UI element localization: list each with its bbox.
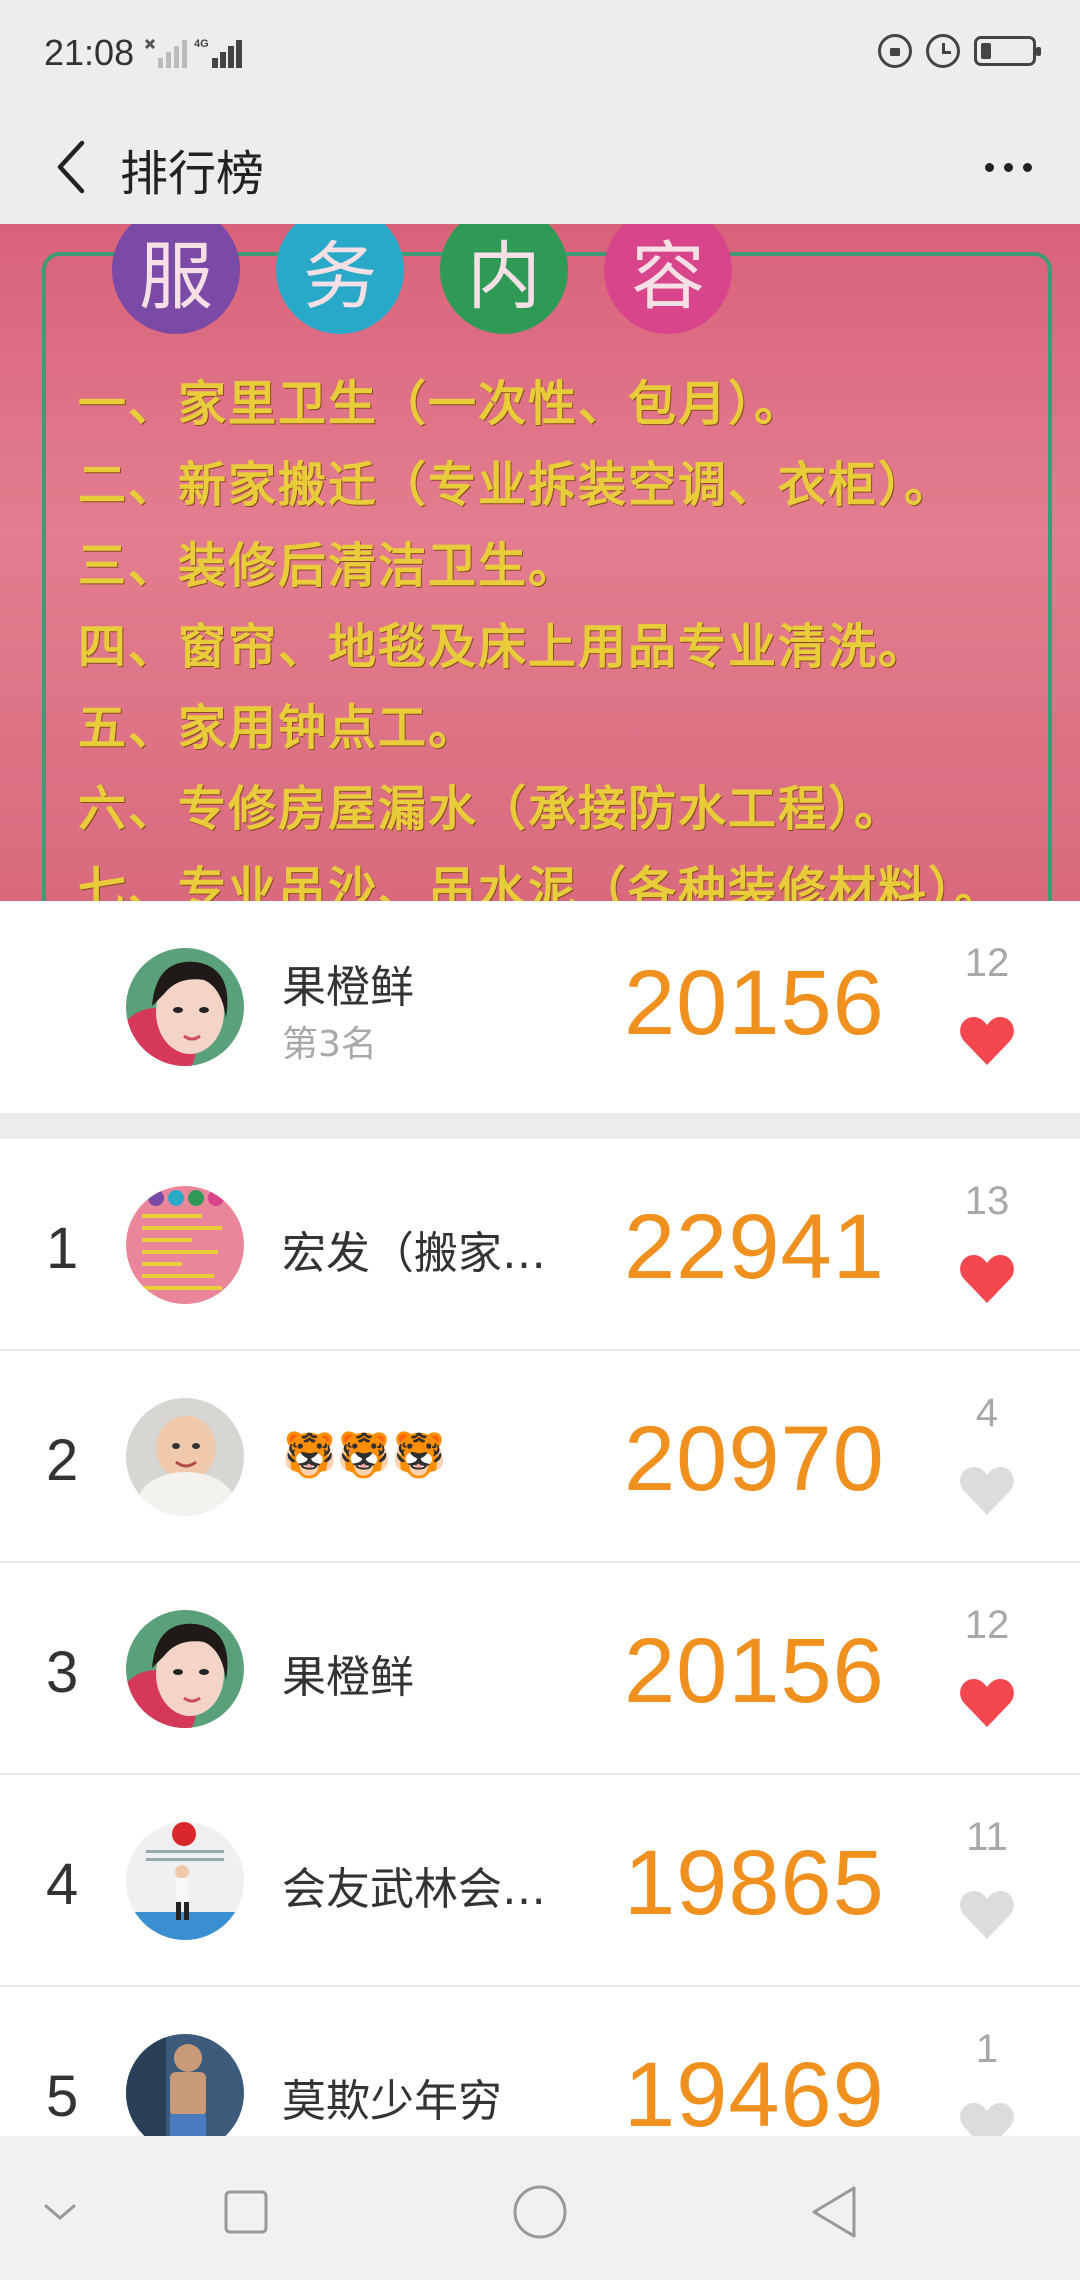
banner-line: 二、新家搬迁（专业拆装空调、衣柜）。 [78,457,955,513]
user-name: 果橙鲜 [282,1652,414,1703]
like-count: 1 [975,2027,999,2071]
banner-line: 三、装修后清洁卫生。 [78,538,579,594]
list-item[interactable]: 1 宏发（搬家… 22941 13 [0,1139,1080,1351]
my-rank-text: 第3名 [282,1024,377,1065]
nav-down-icon [44,2204,76,2220]
back-button[interactable] [36,124,106,210]
cover-banner-image: 服务内容 一、家里卫生（一次性、包月）。二、新家搬迁（专业拆装空调、衣柜）。 三、… [0,224,1080,901]
user-name: 宏发（搬家… [282,1228,546,1279]
svg-text:4G: 4G [194,38,209,50]
nav-back-icon [812,2186,856,2238]
banner-line: 五、家用钟点工。 [78,700,479,756]
nav-recents-button[interactable] [206,2172,286,2252]
user-name: 🐯🐯🐯 [282,1430,447,1481]
signal-4g-icon: 4G [194,38,242,68]
lock-rotation-icon [878,34,912,68]
my-score: 20156 [624,952,885,1054]
more-button[interactable] [960,130,1056,204]
avatar [126,948,244,1066]
battery-level [981,43,991,59]
like-count: 4 [975,1391,999,1435]
rank-number: 1 [46,1216,79,1281]
my-like-count: 12 [964,941,1010,985]
chevron-left-icon [57,140,85,194]
banner-circle-char: 服 [112,224,240,334]
user-name: 会友武林会… [282,1864,546,1915]
banner-title-circles: 服务内容 [112,224,732,334]
user-score: 19469 [624,2044,885,2136]
banner-service-list: 一、家里卫生（一次性、包月）。二、新家搬迁（专业拆装空调、衣柜）。 三、装修后清洁… [78,364,1004,901]
rank-number: 5 [46,2064,79,2129]
heart-icon[interactable] [958,1889,1016,1941]
avatar [126,1186,244,1304]
status-bar: 21:08 4G [0,0,1080,110]
my-name: 果橙鲜 [282,962,414,1013]
like-count: 11 [966,1815,1008,1859]
nav-recents-icon [224,2190,268,2234]
nav-down-button[interactable] [20,2172,100,2252]
more-dot [1022,162,1032,172]
heart-icon[interactable] [958,1015,1016,1067]
rank-number: 3 [46,1640,79,1705]
avatar [126,1398,244,1516]
alarm-icon [926,34,960,68]
battery-icon [974,36,1041,66]
banner-line: 七、专业吊沙、吊水泥（各种装修材料）。 [78,862,1005,901]
list-item[interactable]: 4 会友武林会… 19865 11 [0,1775,1080,1987]
page-title: 排行榜 [120,146,265,202]
avatar [126,2034,244,2136]
user-score: 20156 [624,1620,885,1722]
my-rank-card[interactable]: 果橙鲜 第3名 20156 12 [0,901,1080,1113]
banner-line: 一、家里卫生（一次性、包月）。 [78,376,805,432]
like-count: 12 [964,1603,1010,1647]
list-item[interactable]: 2 🐯🐯🐯 20970 4 [0,1351,1080,1563]
banner-line: 六、专修房屋漏水（承接防水工程）。 [78,781,905,837]
rank-number: 4 [46,1852,79,1917]
status-time: 21:08 [44,32,135,73]
user-name: 莫欺少年穷 [282,2076,502,2127]
banner-line: 四、窗帘、地毯及床上用品专业清洗。 [78,619,929,675]
more-dot [1003,162,1013,172]
system-nav-bar [0,2136,1080,2280]
nav-back-button[interactable] [794,2172,874,2252]
section-divider [0,1113,1080,1139]
heart-icon[interactable] [958,1253,1016,1305]
list-item[interactable]: 5 莫欺少年穷 19469 1 [0,1987,1080,2136]
user-score: 22941 [624,1196,885,1298]
nav-home-icon [513,2185,567,2239]
list-item[interactable]: 3 果橙鲜 20156 12 [0,1563,1080,1775]
user-score: 20970 [624,1408,885,1510]
nav-home-button[interactable] [500,2172,580,2252]
heart-icon[interactable] [958,2101,1016,2136]
app-header: 排行榜 [0,110,1080,224]
avatar [126,1822,244,1940]
banner-circle-char: 容 [604,224,732,334]
ranking-list: 1 宏发（搬家… 22941 13 2 🐯🐯🐯 20970 4 3 果橙鲜 20… [0,1139,1080,2136]
avatar [126,1610,244,1728]
heart-icon[interactable] [958,1677,1016,1729]
rank-number: 2 [46,1428,79,1493]
user-score: 19865 [624,1832,885,1934]
more-dots-icon [984,162,994,172]
signal-x-icon [144,38,187,68]
like-count: 13 [964,1179,1010,1223]
banner-circle-char: 务 [276,224,404,334]
status-right-icons [878,34,1041,68]
heart-icon[interactable] [958,1465,1016,1517]
banner-circle-char: 内 [440,224,568,334]
